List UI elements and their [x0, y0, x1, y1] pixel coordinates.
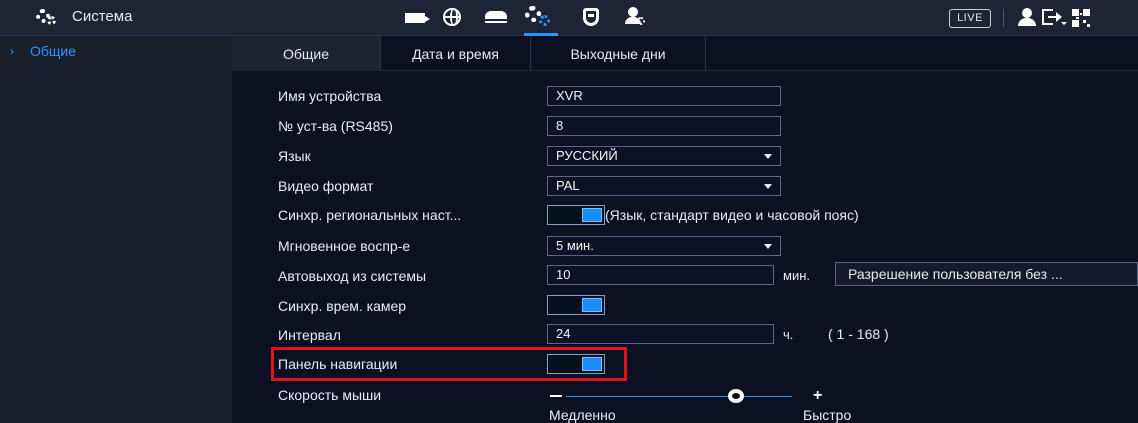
sidebar: › Общие: [0, 36, 232, 423]
highlight-box: [271, 347, 627, 381]
language-select[interactable]: РУССКИЙ: [547, 146, 781, 166]
language-value: РУССКИЙ: [556, 148, 618, 163]
tab-bar: Общие Дата и время Выходные дни: [232, 36, 1138, 71]
display-icon[interactable]: [405, 13, 430, 23]
interval-unit: ч.: [783, 327, 794, 342]
sidebar-item-general[interactable]: › Общие: [0, 36, 232, 66]
interval-range: ( 1 - 168 ): [828, 326, 889, 342]
dropdown-arrow-icon: [764, 154, 772, 159]
instant-playback-value: 5 мин.: [556, 238, 594, 253]
slider-min-label: Медленно: [549, 407, 616, 423]
camera-time-sync-label: Синхр. врем. камер: [278, 298, 407, 314]
instant-playback-label: Мгновенное воспр-е: [278, 238, 411, 254]
video-format-select[interactable]: PAL: [547, 176, 781, 196]
device-name-label: Имя устройства: [278, 88, 382, 104]
instant-playback-select[interactable]: 5 мин.: [547, 236, 781, 256]
video-format-value: PAL: [556, 178, 580, 193]
network-icon[interactable]: [443, 8, 461, 26]
security-icon[interactable]: [583, 8, 599, 26]
auto-logout-input[interactable]: 10: [547, 265, 774, 285]
divider: [1003, 9, 1004, 27]
app-title[interactable]: Система: [36, 8, 132, 25]
camera-time-sync-toggle[interactable]: [547, 295, 605, 315]
qr-code-icon[interactable]: [1072, 9, 1090, 27]
device-number-label: № уст-ва (RS485): [278, 118, 393, 134]
dropdown-arrow-icon: [764, 244, 772, 249]
region-sync-toggle[interactable]: [547, 205, 605, 225]
auto-logout-label: Автовыход из системы: [278, 268, 427, 284]
tab-general[interactable]: Общие: [232, 36, 380, 71]
device-name-input[interactable]: XVR: [547, 86, 781, 106]
mouse-speed-slider-track[interactable]: [566, 396, 792, 397]
region-sync-label: Синхр. региональных наст...: [278, 207, 462, 223]
interval-input[interactable]: 24: [547, 324, 774, 344]
dropdown-arrow-icon: [764, 184, 772, 189]
account-icon[interactable]: [625, 7, 645, 27]
region-sync-description: (Язык, стандарт видео и часовой пояс): [605, 207, 859, 223]
video-format-label: Видео формат: [278, 178, 374, 194]
slider-max-label: Быстро: [803, 407, 852, 423]
user-permission-button[interactable]: Разрешение пользователя без ...: [835, 262, 1138, 286]
slider-plus-icon[interactable]: +: [813, 388, 822, 404]
logout-icon[interactable]: [1042, 9, 1067, 27]
tab-divider: [705, 36, 706, 71]
top-bar: Система LIVE: [0, 0, 1138, 36]
interval-label: Интервал: [278, 327, 341, 343]
system-icon[interactable]: [525, 6, 555, 26]
sidebar-item-label: Общие: [30, 43, 77, 59]
tab-date-time[interactable]: Дата и время: [381, 36, 530, 71]
app-title-label: Система: [72, 8, 133, 25]
live-button[interactable]: LIVE: [949, 9, 991, 28]
language-label: Язык: [278, 148, 311, 164]
mouse-speed-label: Скорость мыши: [278, 387, 382, 403]
tab-holidays[interactable]: Выходные дни: [531, 36, 705, 71]
chevron-right-icon: ›: [10, 44, 14, 58]
device-number-input[interactable]: 8: [547, 116, 781, 136]
slider-minus-icon[interactable]: [550, 395, 562, 397]
toggle-knob: [582, 298, 602, 312]
toggle-knob: [582, 208, 602, 222]
user-icon[interactable]: [1018, 8, 1036, 26]
auto-logout-unit: мин.: [783, 268, 810, 283]
mouse-speed-slider-handle[interactable]: [728, 389, 744, 403]
settings-gears-icon: [36, 8, 58, 25]
storage-icon[interactable]: [485, 11, 507, 23]
